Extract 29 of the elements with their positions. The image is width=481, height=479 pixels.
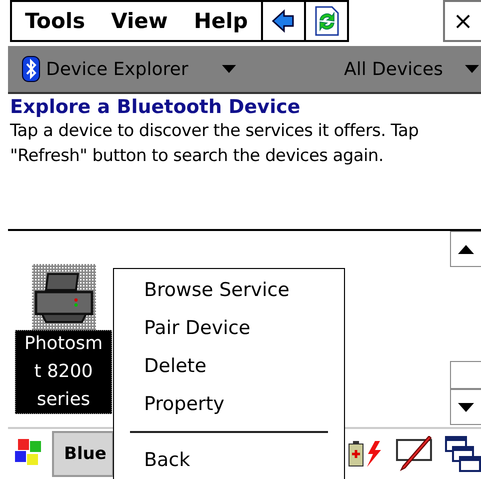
menu-item[interactable]: Back xyxy=(114,441,344,479)
refresh-button[interactable] xyxy=(306,0,349,42)
scroll-thumb[interactable] xyxy=(450,361,481,389)
pen-icon[interactable] xyxy=(395,436,435,472)
menu-item[interactable]: Tools xyxy=(12,2,98,40)
left-arrow-icon xyxy=(271,9,296,33)
back-button[interactable] xyxy=(262,0,306,42)
menu-item[interactable]: View xyxy=(98,2,181,40)
menu-item[interactable]: Property xyxy=(114,385,344,423)
menu-item[interactable]: Delete xyxy=(114,347,344,385)
filter-dropdown[interactable]: All Devices xyxy=(344,58,443,80)
bluetooth-icon xyxy=(22,56,40,82)
close-button[interactable]: × xyxy=(443,0,481,42)
taskbar-app-button[interactable]: Blue xyxy=(52,430,114,476)
printer-icon[interactable] xyxy=(32,264,96,330)
scroll-down-button[interactable] xyxy=(450,389,481,425)
up-arrow-icon xyxy=(458,244,474,254)
view-dropdown[interactable]: Device Explorer xyxy=(46,58,188,80)
down-arrow-icon xyxy=(458,402,474,412)
caret-icon[interactable] xyxy=(465,65,479,73)
scroll-up-button[interactable] xyxy=(450,231,481,267)
menu-item[interactable]: Browse Service xyxy=(114,271,344,309)
menu-item[interactable]: Pair Device xyxy=(114,309,344,347)
menu-item[interactable]: Help xyxy=(180,2,261,40)
windows-icon[interactable] xyxy=(445,434,481,472)
section-title: Explore a Bluetooth Device xyxy=(10,96,302,118)
caret-icon[interactable] xyxy=(222,65,236,73)
instructions-text: Tap a device to discover the services it offers. Tap "Refresh" button to search the devices again. xyxy=(10,120,420,168)
device-label[interactable]: Photosm t 8200 series xyxy=(15,330,112,414)
